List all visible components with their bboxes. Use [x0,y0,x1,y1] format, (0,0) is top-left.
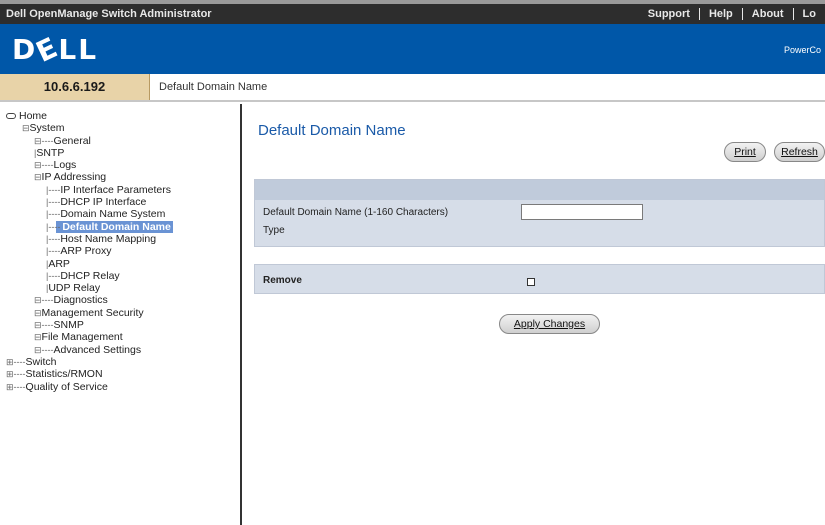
tree-item[interactable]: ⊟ File Management [6,331,173,343]
tree-item[interactable]: ⊟---- Advanced Settings [6,344,173,356]
breadcrumb: Default Domain Name [159,81,268,93]
tree-item-label: Switch [25,355,57,368]
tree-connector-icon: ⊟ [34,307,42,318]
tree-item-label: Advanced Settings [53,343,142,356]
app-title: Dell OpenManage Switch Administrator [6,8,212,20]
apply-changes-button[interactable]: Apply Changes [499,314,600,334]
tree-item-label: Logs [53,159,77,172]
tree-item[interactable]: |---- Default Domain Name [6,220,173,233]
tree-item-label: DHCP IP Interface [60,196,147,209]
tree-connector-icon: ⊟---- [34,160,54,171]
tree-item-label: SNMP [53,319,84,332]
tree-item-label: Domain Name System [60,208,166,221]
tree-item-label: IP Interface Parameters [60,183,172,196]
tree-item-label: System [29,122,65,135]
tree-item-label: IP Addressing [41,171,107,184]
tree-item[interactable]: ⊞---- Quality of Service [6,381,173,393]
tree-connector-icon: |---- [46,233,61,244]
help-link[interactable]: Help [698,8,742,20]
tree-connector-icon: |---- [46,197,61,208]
type-label: Type [263,225,285,236]
tree-item-label: File Management [41,331,123,344]
tree-item-label: Quality of Service [25,380,108,393]
banner: DELL PowerCo [0,24,825,74]
tree-item-label: Diagnostics [53,294,108,307]
tree-item[interactable]: |---- ARP Proxy [6,245,173,257]
tree-connector-icon: |---- [46,209,61,220]
tree-connector-icon: ⊞---- [6,381,26,392]
tree-item-label: Home [19,110,48,122]
tree-item[interactable]: |---- DHCP IP Interface [6,196,173,208]
tree-connector-icon: ⊟---- [34,295,54,306]
tree-item[interactable]: ⊟---- SNMP [6,319,173,331]
tree-list: Home ⊟ System ⊟---- General | SNTP ⊟---- Log… [6,110,173,393]
tree-item[interactable]: ⊟---- General [6,135,173,147]
tree-item-label: ARP Proxy [60,245,112,258]
tree-item[interactable]: | UDP Relay [6,282,173,294]
about-link[interactable]: About [741,8,793,20]
tree-item-label: SNTP [36,146,65,159]
page-title: Default Domain Name [258,122,406,139]
tree-item[interactable]: |---- DHCP Relay [6,270,173,282]
refresh-button[interactable]: Refresh [774,142,825,162]
domain-name-input[interactable] [521,204,643,220]
tree-item-label: UDP Relay [48,282,101,295]
tree-item[interactable]: |---- IP Interface Parameters [6,184,173,196]
dell-logo: DELL [12,30,99,69]
tree-item[interactable]: ⊟ System [6,122,173,134]
tree-item-label: Statistics/RMON [25,368,103,381]
remove-label: Remove [263,275,302,286]
tree-connector-icon: ⊟ [34,172,42,183]
tree-connector-icon: ⊞---- [6,369,26,380]
tree-connector-icon: ⊟---- [34,135,54,146]
tree-connector-icon: |---- [46,246,61,257]
tree-item[interactable]: | ARP [6,258,173,270]
tree-connector-icon: |---- [46,270,61,281]
tree-connector-icon: |---- [46,221,61,232]
tree-connector-icon: ⊞---- [6,356,26,367]
remove-checkbox[interactable] [527,278,535,286]
title-bar: Dell OpenManage Switch Administrator Sup… [0,0,825,24]
tree-connector-icon: ⊟ [34,332,42,343]
device-ip: 10.6.6.192 [0,74,150,100]
navigation-tree: Home ⊟ System ⊟---- General | SNTP ⊟---- Log… [0,104,242,525]
print-button[interactable]: Print [724,142,766,162]
tree-item-label: Host Name Mapping [60,232,157,245]
address-bar: 10.6.6.192 Default Domain Name [0,74,825,102]
domain-name-label: Default Domain Name (1-160 Characters) [263,207,449,218]
remove-panel: Remove [254,264,825,294]
tree-item[interactable]: ⊟ Management Security [6,307,173,319]
main-content: Default Domain Name Print Refresh Defaul… [244,104,825,525]
tree-item[interactable]: ⊟---- Logs [6,159,173,171]
tree-item-label: DHCP Relay [60,269,120,282]
tree-connector-icon: |---- [46,184,61,195]
tree-item[interactable]: |---- Host Name Mapping [6,233,173,245]
tree-item[interactable]: ⊟ IP Addressing [6,171,173,183]
tree-item[interactable]: ⊟---- Diagnostics [6,294,173,306]
panel-header [255,180,824,200]
support-link[interactable]: Support [639,8,699,20]
settings-panel: Default Domain Name (1-160 Characters) T… [254,179,825,247]
top-links: Support Help About Lo [639,8,825,20]
tree-connector-icon: ⊟---- [34,344,54,355]
tree-item-label: General [53,134,91,147]
tree-item[interactable]: Home [6,110,173,122]
product-name: PowerCo [783,45,821,55]
tree-item-label: Management Security [41,306,144,319]
tree-item[interactable]: ⊞---- Switch [6,356,173,368]
tree-item-label: Default Domain Name [60,220,173,233]
tree-item[interactable]: ⊞---- Statistics/RMON [6,368,173,380]
tree-item[interactable]: | SNTP [6,147,173,159]
tree-connector-icon: ⊟ [22,123,30,134]
logout-link[interactable]: Lo [792,8,825,20]
tree-item[interactable]: |---- Domain Name System [6,208,173,220]
tree-connector-icon: ⊟---- [34,320,54,331]
tree-item-label: ARP [48,257,70,270]
home-icon [6,113,16,120]
